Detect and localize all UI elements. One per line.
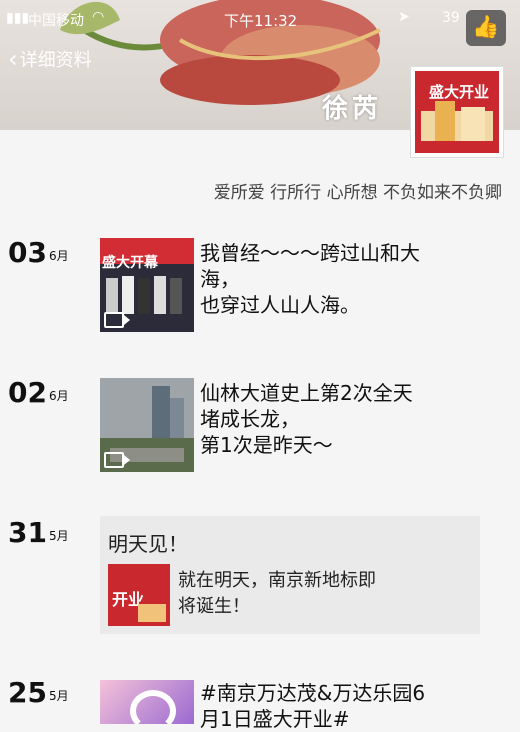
chevron-left-icon: ‹ — [8, 45, 18, 73]
post-text: #南京万达茂&万达乐园6 月1日盛大开业# — [200, 681, 426, 731]
card-title: 明天见！ — [108, 532, 188, 556]
post-video-thumbnail[interactable]: 盛大开幕 — [100, 238, 194, 332]
card-description: 就在明天，南京新地标即 将诞生！ — [178, 570, 376, 617]
post-date: 31 5月 — [8, 516, 69, 549]
back-label: 详细资料 — [19, 50, 92, 71]
signal-icon: ▮▮▮ — [6, 10, 30, 26]
battery-level: 39 — [442, 10, 460, 26]
avatar[interactable]: 盛大开业 — [410, 66, 504, 158]
status-bar: ▮▮▮ 中国移动 ◠ 下午11:32 ➤ 39 — [0, 8, 520, 30]
post-text: 我曾经～～～跨过山和大 海， 也穿过人山人海。 — [200, 241, 420, 317]
post-date: 02 6月 — [8, 376, 69, 409]
profile-nickname: 徐芮 — [322, 94, 383, 124]
profile-signature: 爱所爱 行所行 心所想 不负如来不负卿 — [213, 183, 502, 203]
wifi-icon: ◠ — [92, 9, 105, 25]
post-text: 仙林大道史上第2次全天 堵成长龙， 第1次是昨天～ — [200, 381, 413, 457]
back-button[interactable]: ‹ 详细资料 — [8, 46, 92, 72]
avatar-illustration — [421, 101, 493, 141]
clock: 下午11:32 — [224, 12, 298, 30]
post-date: 25 5月 — [8, 676, 69, 709]
thumbs-up-button[interactable]: 👍 — [466, 10, 506, 46]
carrier-label: 中国移动 — [28, 13, 84, 29]
shared-article-card[interactable]: 明天见！ 开业 就在明天，南京新地标即 将诞生！ — [100, 516, 480, 634]
post-video-thumbnail[interactable] — [100, 378, 194, 472]
post-date: 03 6月 — [8, 236, 69, 269]
card-thumbnail: 开业 — [108, 564, 170, 626]
video-icon — [104, 452, 130, 468]
post-image-thumbnail[interactable] — [100, 680, 194, 724]
thumbs-up-icon: 👍 — [472, 15, 500, 40]
location-icon: ➤ — [398, 9, 410, 25]
video-icon — [104, 312, 130, 328]
thumbnail-banner-text: 盛大开幕 — [102, 255, 158, 271]
